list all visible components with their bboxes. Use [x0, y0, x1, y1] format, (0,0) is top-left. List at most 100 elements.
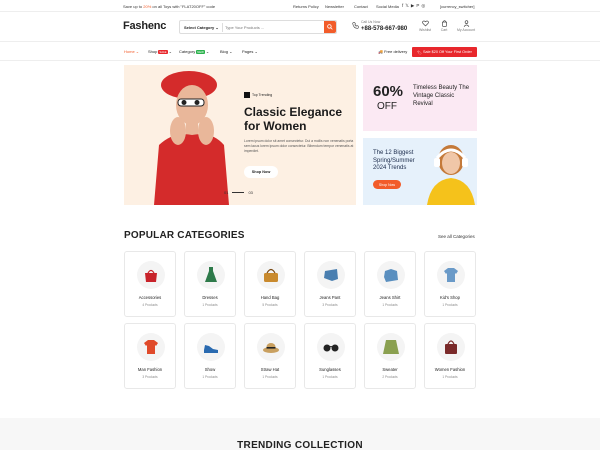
- kids-shirt-icon: [444, 268, 458, 282]
- search-divider: [222, 23, 223, 32]
- currency-switcher[interactable]: [currency_switcher]: [440, 4, 474, 9]
- hero-tag-label: Top Trending: [252, 93, 273, 97]
- category-name[interactable]: Sweater: [365, 367, 415, 372]
- account-label: My Account: [456, 28, 476, 32]
- category-image: [377, 333, 405, 361]
- cart-button[interactable]: Cart: [436, 20, 452, 32]
- promo-percent: 60%: [373, 83, 404, 100]
- promo-prefix: Save up to: [123, 4, 143, 9]
- category-image: [197, 261, 225, 289]
- category-card[interactable]: Show 1 Products: [184, 323, 236, 389]
- category-image: [137, 261, 165, 289]
- promo-trends-shop-button[interactable]: Shop Now: [373, 180, 401, 189]
- search-button[interactable]: [324, 21, 336, 33]
- category-name[interactable]: Jeans Shirt: [365, 295, 415, 300]
- sweater-icon: [383, 340, 399, 354]
- wishlist-label: Wishlist: [418, 28, 432, 32]
- category-card[interactable]: Sunglasses 1 Products: [304, 323, 356, 389]
- nav-pages[interactable]: Pages ⌄: [242, 49, 258, 54]
- heart-icon: [421, 20, 429, 27]
- category-image: [257, 261, 285, 289]
- category-card[interactable]: Sweater 2 Products: [364, 323, 416, 389]
- phone-number[interactable]: +88-578-667-980: [361, 26, 407, 32]
- cart-label: Cart: [440, 28, 448, 32]
- category-count: 4 Products: [142, 303, 158, 307]
- category-name[interactable]: Accessories: [125, 295, 175, 300]
- category-image: [197, 333, 225, 361]
- category-count: 1 Products: [322, 375, 338, 379]
- category-card[interactable]: Women Fashion 1 Products: [424, 323, 476, 389]
- search-input[interactable]: [225, 23, 320, 32]
- dress-icon: [205, 267, 217, 282]
- truck-icon: 🚚: [378, 49, 383, 54]
- category-name[interactable]: Dresses: [185, 295, 235, 300]
- cart-icon: [441, 20, 447, 27]
- category-name[interactable]: Jeans Pant: [305, 295, 355, 300]
- promo-off: OFF: [377, 101, 397, 112]
- chevron-down-icon: ⌄: [229, 49, 233, 54]
- nav-home-label: Home: [124, 49, 135, 54]
- category-name[interactable]: Kid's Shop: [425, 295, 475, 300]
- chevron-down-icon: ⌄: [168, 49, 172, 54]
- account-button[interactable]: My Account: [455, 20, 477, 32]
- trending-title: TRENDING COLLECTION: [237, 440, 363, 450]
- nav-shop[interactable]: Shop SALE ⌄: [148, 49, 172, 54]
- nav-blog-label: Blog: [220, 49, 229, 54]
- category-name[interactable]: Hand Bag: [245, 295, 295, 300]
- category-select[interactable]: Select Category ⌄: [184, 25, 219, 30]
- hero-shop-button[interactable]: Shop Now: [244, 166, 278, 178]
- category-card[interactable]: Kid's Shop 1 Products: [424, 251, 476, 317]
- category-count: 3 Products: [142, 375, 158, 379]
- top-bar: Save up to 20% on all Toys with "FLAT20O…: [0, 0, 600, 12]
- category-card[interactable]: Man Fashion 3 Products: [124, 323, 176, 389]
- category-count: 1 Products: [262, 375, 278, 379]
- newsletter-link[interactable]: Newsletter: [325, 4, 344, 9]
- free-delivery: 🚚 Free delivery: [378, 49, 407, 54]
- category-card[interactable]: Dresses 1 Products: [184, 251, 236, 317]
- slide-progress: [232, 192, 245, 193]
- returns-policy-link[interactable]: Returns Policy: [293, 4, 319, 9]
- women-bag-icon: [445, 340, 457, 354]
- category-name[interactable]: Man Fashion: [125, 367, 175, 372]
- contact-link[interactable]: Contact: [354, 4, 368, 9]
- slide-current[interactable]: 01: [224, 190, 228, 195]
- category-name[interactable]: Women Fashion: [425, 367, 475, 372]
- category-count: 5 Products: [262, 303, 278, 307]
- category-count: 1 Products: [202, 303, 218, 307]
- see-all-categories-link[interactable]: See all Categories: [438, 234, 475, 239]
- search-icon: [327, 24, 333, 30]
- instagram-icon[interactable]: ◎: [421, 3, 427, 8]
- category-name[interactable]: Straw Hat: [245, 367, 295, 372]
- social-icons[interactable]: f𝕏▶P◎: [402, 3, 427, 9]
- hat-icon: [263, 343, 279, 353]
- nav-blog[interactable]: Blog ⌄: [220, 49, 233, 54]
- category-name[interactable]: Show: [185, 367, 235, 372]
- tshirt-icon: [144, 340, 158, 354]
- new-badge: NEW: [196, 50, 205, 54]
- chevron-down-icon: ⌄: [135, 49, 140, 54]
- first-order-button[interactable]: 🏷 Sale $20 Off Your First Order: [412, 47, 477, 57]
- wishlist-button[interactable]: Wishlist: [417, 20, 433, 32]
- category-card[interactable]: Jeans Shirt 1 Products: [364, 251, 416, 317]
- chevron-down-icon: ⌄: [215, 25, 219, 30]
- bag-icon: [145, 269, 157, 282]
- promo-suffix: on all Toys with "FLAT20OFF" code: [152, 4, 216, 9]
- category-image: [437, 333, 465, 361]
- logo[interactable]: Fashenc: [123, 20, 166, 32]
- promo-model-image: [427, 145, 475, 205]
- promo-discount-banner[interactable]: 60% OFF Timeless Beauty The Vintage Clas…: [363, 65, 477, 131]
- nav-home[interactable]: Home ⌄: [124, 49, 139, 54]
- sunglasses-icon: [323, 344, 339, 352]
- promo-trends-banner: The 12 Biggest Spring/Summer 2024 Trends…: [363, 138, 477, 205]
- slide-last[interactable]: 03: [248, 190, 252, 195]
- social-media-label: Social Media: [376, 4, 399, 9]
- hero-slider-pagination: 01 03: [224, 190, 253, 195]
- category-card[interactable]: Hand Bag 5 Products: [244, 251, 296, 317]
- category-card[interactable]: Accessories 4 Products: [124, 251, 176, 317]
- nav-category[interactable]: Category NEW ⌄: [179, 49, 209, 54]
- category-card[interactable]: Jeans Pant 3 Products: [304, 251, 356, 317]
- category-name[interactable]: Sunglasses: [305, 367, 355, 372]
- category-card[interactable]: Straw Hat 1 Products: [244, 323, 296, 389]
- category-count: 1 Products: [202, 375, 218, 379]
- main-nav: [0, 43, 600, 61]
